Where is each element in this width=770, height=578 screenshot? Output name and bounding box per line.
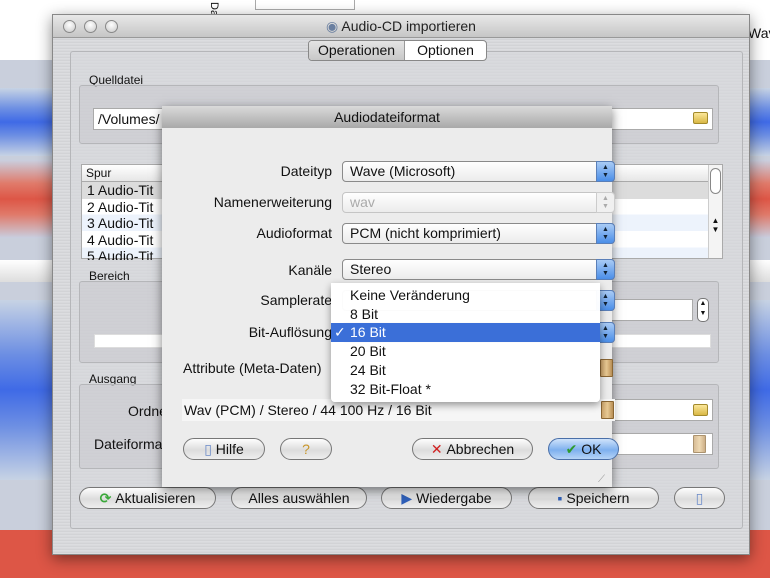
audioformat-label: Audioformat <box>256 225 332 241</box>
minimize-button[interactable] <box>84 20 97 33</box>
menu-item[interactable]: Keine Veränderung <box>331 286 600 305</box>
background-right-label: Wave <box>748 25 770 41</box>
refresh-button[interactable]: ⟳ Aktualisieren <box>79 487 216 509</box>
track-scrollbar[interactable]: ▲ ▼ <box>708 165 722 258</box>
cabinet-icon[interactable] <box>693 435 706 453</box>
refresh-icon: ⟳ <box>99 490 116 506</box>
scroll-up-arrow-icon[interactable]: ▲ <box>709 216 722 225</box>
tab-optionen[interactable]: Optionen <box>405 41 486 60</box>
cabinet-icon[interactable] <box>601 401 614 419</box>
tab-operationen[interactable]: Operationen <box>309 41 406 60</box>
popup-arrows-icon: ▲ ▼ <box>596 259 615 280</box>
zoom-button[interactable] <box>105 20 118 33</box>
tab-bar: Operationen Optionen <box>308 40 487 61</box>
menu-item[interactable]: 20 Bit <box>331 342 600 361</box>
extension-label: Namenerweiterung <box>213 194 332 210</box>
format-summary: Wav (PCM) / Stereo / 44 100 Hz / 16 Bit <box>182 399 615 421</box>
select-all-button[interactable]: Alles auswählen <box>231 487 367 509</box>
window-titlebar: ◉ Audio-CD importieren <box>53 15 749 38</box>
context-help-button[interactable]: ? <box>280 438 332 460</box>
audioformat-popup[interactable]: PCM (nicht komprimiert) ▲ ▼ <box>342 223 615 244</box>
filetype-popup[interactable]: Wave (Microsoft) ▲ ▼ <box>342 161 615 182</box>
checkmark-icon: ✔ <box>565 441 582 457</box>
checkmark-icon: ✓ <box>334 324 346 341</box>
window-title: Audio-CD importieren <box>341 18 476 34</box>
scroll-down-arrow-icon[interactable]: ▼ <box>709 225 722 234</box>
folder-icon[interactable] <box>693 112 708 124</box>
close-button[interactable] <box>63 20 76 33</box>
sheet-titlebar: Audiodateiformat <box>162 106 612 128</box>
menu-item[interactable]: 24 Bit <box>331 361 600 380</box>
help-cursor-icon: ? <box>302 441 310 457</box>
save-button[interactable]: ▪ Speichern <box>528 487 659 509</box>
book-icon: ▯ <box>695 490 704 506</box>
attributes-label: Attribute (Meta-Daten) <box>183 360 322 376</box>
cd-icon: ◉ <box>326 18 339 34</box>
book-button[interactable]: ▯ <box>674 487 725 509</box>
bitdepth-label: Bit-Auflösung <box>248 324 332 340</box>
x-icon: ✕ <box>430 441 447 457</box>
samplerate-label: Samplerate <box>260 292 332 308</box>
popup-arrows-icon: ▲ ▼ <box>596 223 615 244</box>
menu-item-selected[interactable]: ✓ 16 Bit <box>331 323 600 343</box>
scroll-thumb[interactable] <box>710 168 721 194</box>
folder-icon[interactable] <box>693 404 708 416</box>
background-field <box>255 0 355 10</box>
cabinet-icon[interactable] <box>600 359 613 377</box>
channels-popup[interactable]: Stereo ▲ ▼ <box>342 259 615 280</box>
play-icon: ▶ <box>401 490 417 506</box>
filetype-label: Dateityp <box>280 163 332 179</box>
output-format-label: Dateiformat <box>94 436 167 452</box>
menu-item[interactable]: 8 Bit <box>331 305 600 324</box>
cancel-button[interactable]: ✕ Abbrechen <box>412 438 533 460</box>
help-button[interactable]: ▯ Hilfe <box>183 438 265 460</box>
channels-label: Kanäle <box>288 262 332 278</box>
extension-popup[interactable]: wav ▲ ▼ <box>342 192 615 213</box>
play-button[interactable]: ▶ Wiedergabe <box>381 487 512 509</box>
resize-grip-icon[interactable]: ⟋ <box>598 474 605 485</box>
popup-arrows-icon: ▲ ▼ <box>596 161 615 182</box>
bitdepth-menu: Keine Veränderung 8 Bit ✓ 16 Bit 20 Bit 2… <box>331 283 600 402</box>
menu-item[interactable]: 32 Bit-Float * <box>331 380 600 399</box>
book-icon: ▯ <box>204 441 216 457</box>
ok-button[interactable]: ✔ OK <box>548 438 619 460</box>
range-value-field[interactable] <box>611 299 693 321</box>
popup-arrows-icon: ▲ ▼ <box>596 192 615 213</box>
range-stepper[interactable]: ▲ ▼ <box>697 298 709 322</box>
